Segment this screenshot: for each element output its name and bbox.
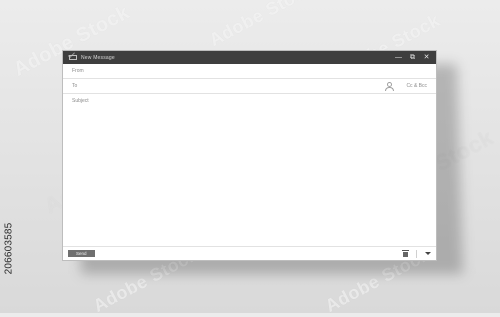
trash-icon[interactable]: [402, 250, 409, 257]
window-controls: — ⧉ ✕: [395, 54, 430, 61]
person-icon-head: [387, 81, 393, 87]
mail-icon: [69, 55, 77, 60]
window-title: New Message: [81, 54, 115, 61]
to-actions: Cc & Bcc: [385, 79, 427, 93]
send-button[interactable]: Send: [68, 250, 95, 257]
subject-label: Subject: [72, 98, 89, 104]
title-bar[interactable]: New Message — ⧉ ✕: [63, 51, 436, 64]
watermark-text: Adobe Stock: [205, 0, 318, 51]
cc-bcc-link[interactable]: Cc & Bcc: [406, 83, 427, 89]
toolbar-actions: [402, 249, 431, 258]
person-icon-body: [385, 86, 395, 91]
trash-icon-can: [403, 252, 408, 257]
image-id-label: 206603585: [0, 198, 18, 298]
compose-window: New Message — ⧉ ✕ From To Cc & Bcc Subje…: [62, 50, 437, 261]
minimize-icon[interactable]: —: [395, 54, 402, 61]
compose-toolbar: Send: [63, 246, 436, 260]
trash-icon-lid: [402, 250, 409, 251]
close-icon[interactable]: ✕: [423, 54, 430, 61]
restore-icon[interactable]: ⧉: [409, 54, 416, 61]
from-field[interactable]: From: [63, 64, 436, 79]
to-label: To: [72, 83, 78, 89]
from-label: From: [72, 68, 84, 74]
to-field[interactable]: To Cc & Bcc: [63, 79, 436, 94]
message-body[interactable]: [63, 107, 436, 246]
person-icon[interactable]: [385, 81, 395, 91]
chevron-down-icon[interactable]: [425, 252, 431, 255]
image-id-text: 206603585: [3, 222, 15, 274]
toolbar-divider: [416, 249, 417, 258]
